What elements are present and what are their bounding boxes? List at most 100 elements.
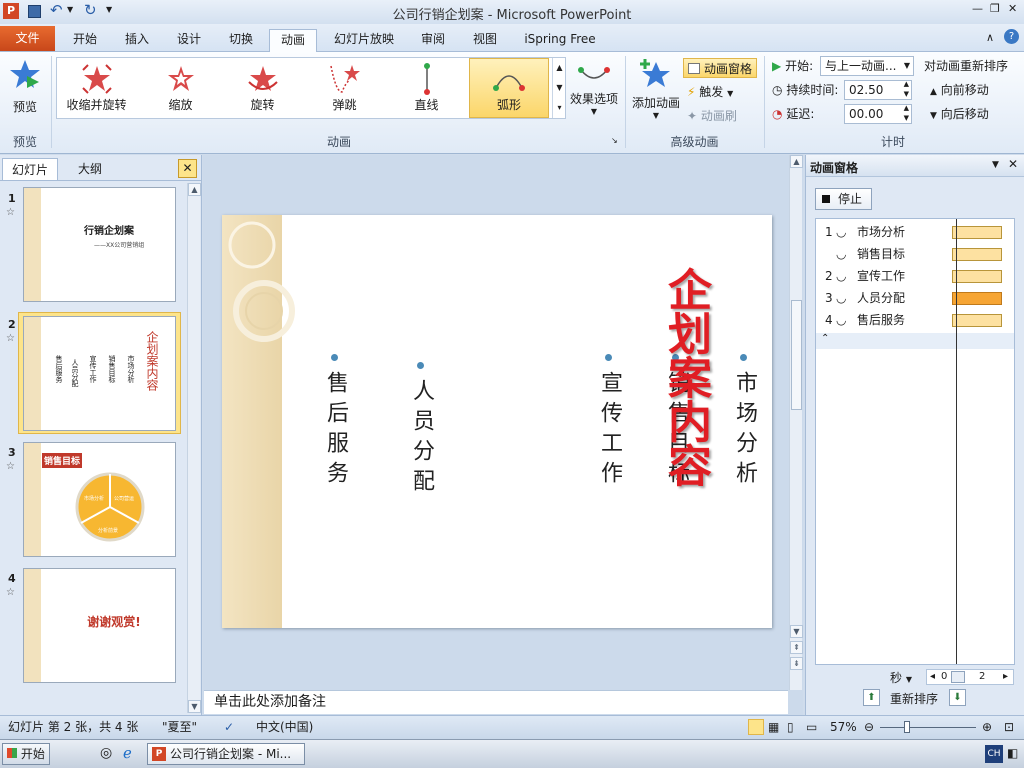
trigger-button[interactable]: ⚡ 触发 ▼ [687, 82, 733, 102]
animation-item[interactable]: 1 ◡ 市场分析 [816, 221, 1016, 243]
reading-view-icon[interactable]: ▯ [787, 716, 794, 738]
slide-thumbnail-3[interactable]: 销售目标 市场分析 公司营运 分析前景 [23, 442, 176, 557]
undo-dropdown-icon[interactable]: ▼ [67, 5, 73, 14]
close-button[interactable]: ✕ [1008, 2, 1017, 15]
bounce-icon [329, 65, 360, 93]
zoom-slider-thumb[interactable] [904, 721, 910, 733]
language[interactable]: 中文(中国) [256, 716, 313, 738]
browser-icon[interactable]: ℯ [123, 744, 132, 762]
timeline-scroll[interactable]: ◂ 0 2 ▸ [926, 669, 1014, 685]
preview-button[interactable]: 预览 [4, 56, 46, 126]
effect-options-button[interactable]: 效果选项 ▼ [568, 56, 620, 126]
app-icon[interactable]: P [3, 3, 19, 19]
taskbar-window-item[interactable]: P 公司行销企划案 - Mi... [147, 743, 305, 765]
gallery-item-zoom[interactable]: 缩放 [143, 59, 218, 117]
redo-icon[interactable]: ↻ [84, 1, 97, 19]
slides-scrollbar[interactable]: ▲ ▼ [187, 183, 201, 713]
move-up-button[interactable]: ⬆ [863, 689, 880, 706]
tab-view[interactable]: 视图 [462, 29, 508, 51]
slide-item[interactable]: 人员分配 [405, 379, 437, 499]
slide-thumbnail-1[interactable]: 行销企划案 ——XX公司营销组 [23, 187, 176, 302]
slideshow-icon[interactable]: ▭ [806, 716, 817, 738]
maximize-button[interactable]: ❐ [990, 2, 1000, 15]
slide-item[interactable]: 宣传工作 [593, 371, 625, 491]
scroll-up-icon[interactable]: ▲ [790, 155, 803, 168]
next-slide-icon[interactable]: ⇟ [790, 657, 803, 670]
gallery-item-line[interactable]: 直线 [389, 59, 464, 117]
gallery-item-bounce[interactable]: 弹跳 [307, 59, 382, 117]
add-animation-button[interactable]: 添加动画 ▼ [629, 56, 683, 126]
tab-review[interactable]: 审阅 [410, 29, 456, 51]
zoom-slider-track[interactable] [880, 727, 976, 728]
slide-item[interactable]: 市场分析 [728, 371, 760, 491]
animation-item[interactable]: 2 ◡ 宣传工作 [816, 265, 1016, 287]
move-later-button[interactable]: ▼ 向后移动 [930, 104, 989, 124]
duration-input[interactable]: 02.50 ▲ ▼ [844, 80, 912, 100]
gallery-more-icon[interactable]: ▾ [553, 98, 566, 118]
minimize-button[interactable]: — [972, 2, 983, 15]
close-pane-button[interactable]: ✕ [178, 159, 197, 178]
tab-animations[interactable]: 动画 [269, 29, 317, 53]
ribbon-minimize-icon[interactable]: ∧ [986, 31, 994, 44]
slide-sorter-icon[interactable]: ▦ [768, 716, 779, 738]
tab-ispring[interactable]: iSpring Free [516, 29, 604, 51]
animation-item[interactable]: 3 ◡ 人员分配 [816, 287, 1016, 309]
gallery-item-arc[interactable]: 弧形 [469, 58, 549, 118]
slide-thumbnail-2[interactable]: 售后服务 人员分配 宣传工作 销售目标 市场分析 企划案内容 [23, 316, 176, 431]
pane-close-icon[interactable]: ✕ [1008, 157, 1018, 171]
slide-info: 幻灯片 第 2 张，共 4 张 [8, 720, 139, 734]
save-icon[interactable] [28, 5, 41, 18]
animation-pane-button[interactable]: 动画窗格 [683, 58, 757, 78]
animation-dialog-launcher-icon[interactable]: ↘ [611, 136, 618, 145]
tab-home[interactable]: 开始 [62, 29, 108, 51]
editor-scrollbar[interactable]: ▲ ▼ ⇞ ⇟ [789, 155, 803, 690]
customize-qat-icon[interactable]: ▼ [106, 5, 112, 14]
notes-area[interactable]: 单击此处添加备注 [204, 690, 788, 714]
tab-design[interactable]: 设计 [166, 29, 212, 51]
gallery-item-shrink-turn[interactable]: 收缩并旋转 [59, 59, 134, 117]
tab-file[interactable]: 文件 [0, 26, 55, 51]
pane-menu-icon[interactable]: ▼ [992, 160, 999, 170]
undo-icon[interactable]: ↶ [50, 1, 63, 19]
delay-input[interactable]: 00.00 ▲ ▼ [844, 104, 912, 124]
animation-painter-icon: ✦ [687, 109, 698, 123]
move-earlier-button[interactable]: ▲ 向前移动 [930, 80, 989, 100]
move-down-button[interactable]: ⬇ [949, 689, 966, 706]
slide-title[interactable]: 企划案内容 [660, 267, 711, 487]
tab-transitions[interactable]: 切换 [218, 29, 264, 51]
tray-icon[interactable]: ◧ [1007, 746, 1018, 760]
slide-item[interactable]: 售后服务 [319, 371, 351, 491]
prev-slide-icon[interactable]: ⇞ [790, 641, 803, 654]
tab-insert[interactable]: 插入 [114, 29, 160, 51]
normal-view-icon[interactable] [748, 719, 764, 735]
gallery-up-icon[interactable]: ▲ [553, 58, 566, 78]
ime-indicator[interactable]: CH [985, 745, 1003, 763]
duration-label: ◷ 持续时间: [772, 83, 839, 97]
slide-thumbnail-4[interactable]: 谢谢观赏! [23, 568, 176, 683]
scroll-down-icon[interactable]: ▼ [188, 700, 201, 713]
animation-item[interactable]: ◡ 销售目标 [816, 243, 1016, 265]
tab-outline[interactable]: 大纲 [62, 158, 118, 180]
zoom-in-icon[interactable]: ⊕ [982, 716, 992, 738]
scroll-down-icon[interactable]: ▼ [790, 625, 803, 638]
gallery-item-spin[interactable]: 旋转 [225, 59, 300, 117]
slide-canvas[interactable]: 售后服务 人员分配 宣传工作 销售目标 市场分析 企划案内容 [222, 215, 772, 628]
scroll-up-icon[interactable]: ▲ [188, 183, 201, 196]
collapse-row[interactable]: ⌃ [816, 333, 1014, 349]
stop-button[interactable]: 停止 [815, 188, 872, 210]
tab-slideshow[interactable]: 幻灯片放映 [325, 29, 403, 51]
start-button[interactable]: 开始 [2, 743, 50, 765]
group-label-animation: 动画 [326, 135, 351, 149]
gallery-down-icon[interactable]: ▼ [553, 78, 566, 98]
tab-slides[interactable]: 幻灯片 [2, 158, 58, 180]
fit-window-icon[interactable]: ⊡ [1004, 716, 1014, 738]
zoom-level[interactable]: 57% [830, 716, 857, 738]
scroll-thumb[interactable] [791, 300, 802, 410]
spellcheck-icon[interactable]: ✓ [224, 716, 234, 738]
help-icon[interactable]: ? [1004, 29, 1019, 44]
animation-item[interactable]: 4 ◡ 售后服务 [816, 309, 1016, 331]
zoom-out-icon[interactable]: ⊖ [864, 716, 874, 738]
animation-painter-button[interactable]: ✦ 动画刷 [687, 106, 737, 126]
quicklaunch-icon[interactable]: ◎ [100, 745, 112, 761]
start-select[interactable]: 与上一动画... ▼ [820, 56, 914, 76]
